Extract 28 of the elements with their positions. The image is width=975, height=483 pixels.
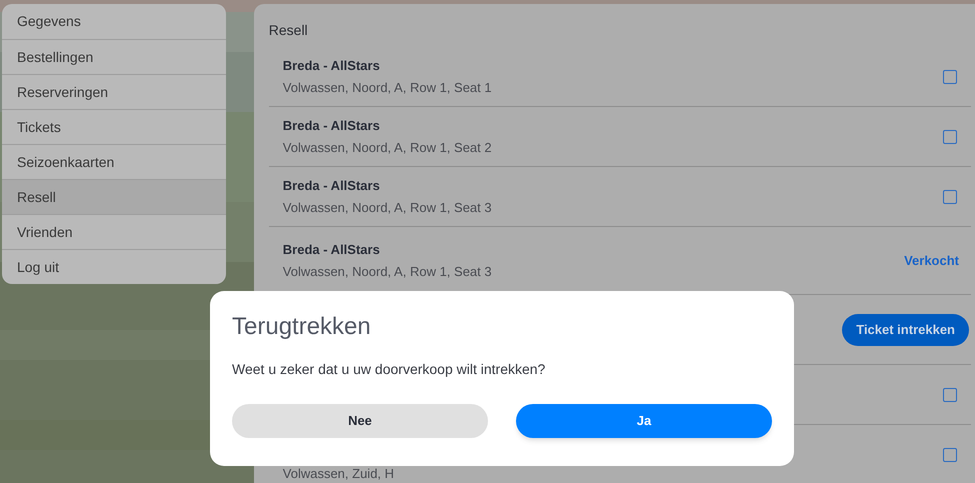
checkbox[interactable] (943, 190, 957, 204)
sidebar-item[interactable]: Reserveringen (2, 74, 226, 109)
panel-title: Resell (268, 21, 308, 40)
checkbox[interactable] (943, 130, 957, 144)
dialog-title: Terugtrekken (232, 312, 371, 342)
sidebar-item[interactable]: Resell (2, 179, 226, 214)
ticket-title: Breda - AllStars (282, 116, 381, 134)
checkbox[interactable] (943, 448, 957, 462)
sidebar-item[interactable]: Gegevens (2, 4, 226, 39)
ticket-title: Breda - AllStars (282, 240, 381, 258)
ticket-details: Volwassen, Zuid, H (282, 464, 394, 483)
ticket-details: Volwassen, Noord, A, Row 1, Seat 2 (282, 139, 492, 157)
checkbox[interactable] (943, 70, 957, 84)
status-label: Verkocht (904, 252, 959, 270)
withdraw-ticket-button[interactable]: Ticket intrekken (842, 314, 969, 346)
dialog-message: Weet u zeker dat u uw doorverkoop wilt intrekken? (232, 360, 546, 379)
ticket-title: Breda - AllStars (282, 56, 381, 74)
sidebar-item[interactable]: Tickets (2, 109, 226, 144)
checkbox[interactable] (943, 388, 957, 402)
ticket-details: Volwassen, Noord, A, Row 1, Seat 3 (282, 199, 492, 217)
ticket-details: Volwassen, Noord, A, Row 1, Seat 1 (282, 79, 492, 97)
sidebar-item[interactable]: Bestellingen (2, 39, 226, 74)
ticket-details: Volwassen, Noord, A, Row 1, Seat 3 (282, 263, 492, 281)
sidebar-item[interactable]: Log uit (2, 249, 226, 284)
ticket-title: Breda - AllStars (282, 176, 381, 194)
confirm-button[interactable]: Ja (516, 404, 772, 438)
sidebar-item[interactable]: Vrienden (2, 214, 226, 249)
cancel-button[interactable]: Nee (232, 404, 488, 438)
